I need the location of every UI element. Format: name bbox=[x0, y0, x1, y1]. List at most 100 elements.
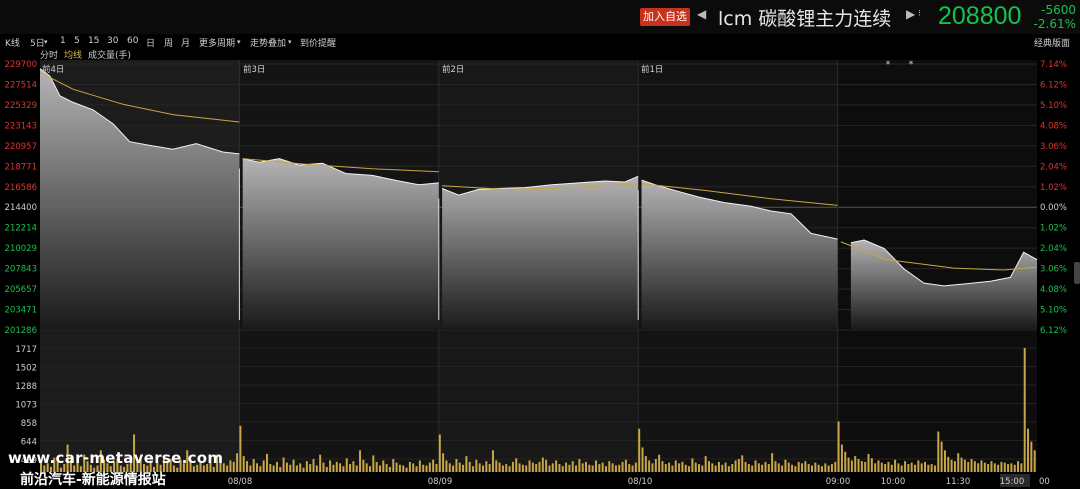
volume-bar bbox=[698, 464, 701, 472]
volume-axis-label: 858 bbox=[21, 419, 37, 429]
pct-axis-label: 5.10% bbox=[1040, 306, 1067, 316]
time-axis-label: 15:00 bbox=[1000, 477, 1025, 487]
volume-bar bbox=[691, 458, 694, 472]
scroll-handle[interactable] bbox=[1074, 262, 1080, 284]
price-area bbox=[242, 158, 439, 330]
volume-bar bbox=[518, 463, 521, 472]
volume-bar bbox=[511, 461, 514, 472]
volume-bar bbox=[176, 467, 179, 472]
volume-bar bbox=[558, 464, 561, 472]
volume-bar bbox=[1023, 348, 1026, 472]
volume-bar bbox=[252, 459, 255, 472]
volume-axis-label: 1073 bbox=[15, 401, 37, 411]
volume-bar bbox=[801, 463, 804, 472]
volume-bar bbox=[924, 461, 926, 472]
volume-bar bbox=[791, 464, 794, 472]
volume-bar bbox=[422, 464, 425, 472]
price-axis-label: 203471 bbox=[5, 306, 37, 316]
volume-bar bbox=[568, 464, 571, 472]
volume-bar bbox=[890, 464, 893, 472]
volume-bar bbox=[548, 465, 551, 472]
volume-bar bbox=[408, 461, 411, 472]
volume-bar bbox=[352, 461, 355, 472]
pct-axis-label: 1.02% bbox=[1040, 224, 1067, 234]
volume-bar bbox=[405, 467, 408, 472]
volume-bar bbox=[226, 465, 229, 472]
volume-bar bbox=[664, 464, 667, 472]
volume-bar bbox=[874, 463, 877, 472]
volume-bar bbox=[428, 462, 431, 472]
volume-bar bbox=[242, 456, 245, 472]
pct-axis-label: 6.12% bbox=[1040, 326, 1067, 336]
volume-bar bbox=[501, 465, 504, 472]
volume-bar bbox=[947, 456, 950, 472]
volume-bar bbox=[937, 431, 940, 472]
volume-bar bbox=[458, 462, 461, 472]
volume-bar bbox=[581, 463, 584, 472]
day-label: 前2日 bbox=[442, 64, 464, 75]
volume-bar bbox=[737, 459, 740, 472]
volume-bar bbox=[973, 461, 976, 472]
volume-bar bbox=[731, 464, 734, 472]
volume-bar bbox=[236, 453, 239, 472]
volume-bar bbox=[767, 464, 770, 472]
volume-bar bbox=[628, 464, 631, 472]
volume-bar bbox=[322, 462, 325, 472]
price-axis-label: 216586 bbox=[5, 183, 37, 193]
volume-bar bbox=[967, 461, 970, 472]
volume-bar bbox=[229, 460, 232, 472]
day-label: 前3日 bbox=[243, 64, 265, 75]
volume-bar bbox=[525, 465, 528, 472]
volume-bar bbox=[249, 465, 252, 472]
volume-axis-label: 1717 bbox=[15, 345, 37, 355]
volume-bar bbox=[894, 459, 897, 472]
volume-bar bbox=[887, 461, 890, 472]
intraday-chart[interactable]: 229700 227514 225329 223143 220957 218771 2165… bbox=[0, 0, 1080, 489]
volume-bar bbox=[595, 460, 597, 472]
day-label: 前4日 bbox=[42, 64, 64, 75]
volume-bar bbox=[684, 464, 687, 472]
volume-bar bbox=[681, 461, 684, 472]
pct-axis-label: 5.10% bbox=[1040, 101, 1067, 111]
volume-bar bbox=[455, 459, 458, 472]
price-axis-label: 229700 bbox=[5, 60, 37, 70]
volume-bar bbox=[977, 463, 980, 472]
watermark-url: www.car-metaverse.com bbox=[8, 449, 224, 467]
volume-bar bbox=[299, 463, 302, 472]
volume-bar bbox=[963, 459, 966, 472]
volume-bar bbox=[957, 453, 960, 472]
volume-bar bbox=[561, 466, 564, 472]
volume-bar bbox=[412, 463, 415, 472]
pct-axis-label: 1.02% bbox=[1040, 183, 1067, 193]
volume-bar bbox=[315, 465, 318, 472]
volume-bar bbox=[392, 459, 395, 472]
volume-bar bbox=[634, 462, 637, 472]
time-axis-label: 11:30 bbox=[946, 477, 971, 487]
volume-bar bbox=[538, 461, 541, 472]
volume-bar bbox=[256, 463, 259, 472]
volume-bar bbox=[445, 460, 448, 472]
volume-bar bbox=[1007, 464, 1010, 472]
volume-bar bbox=[329, 460, 332, 472]
volume-bar bbox=[385, 464, 388, 472]
volume-bar bbox=[575, 465, 578, 472]
volume-bar bbox=[638, 428, 641, 472]
volume-bar bbox=[794, 466, 797, 472]
volume-bar bbox=[332, 464, 335, 472]
volume-bar bbox=[528, 460, 531, 472]
volume-bar bbox=[1027, 428, 1030, 472]
volume-bar bbox=[355, 465, 358, 472]
volume-bar bbox=[359, 450, 362, 472]
volume-bar bbox=[668, 462, 671, 472]
volume-bar bbox=[804, 461, 807, 472]
volume-bar bbox=[269, 464, 272, 472]
volume-bar bbox=[325, 466, 328, 472]
volume-bar bbox=[246, 461, 249, 472]
volume-bar bbox=[604, 466, 607, 472]
volume-bar bbox=[751, 465, 754, 472]
volume-bar bbox=[671, 465, 674, 472]
volume-bar bbox=[850, 460, 853, 472]
volume-bar bbox=[438, 434, 441, 472]
volume-bar bbox=[432, 459, 435, 472]
volume-bar bbox=[415, 466, 418, 472]
